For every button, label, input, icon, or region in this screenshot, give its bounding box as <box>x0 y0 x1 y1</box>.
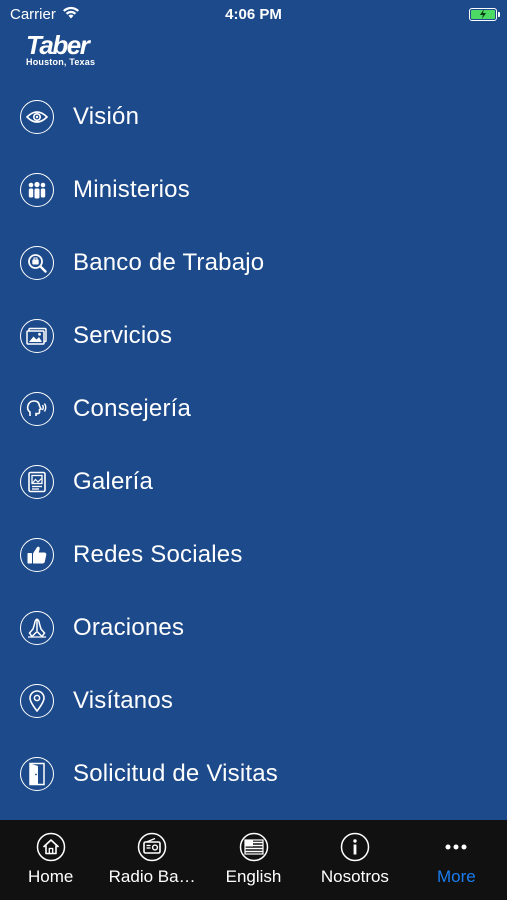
tab-radio[interactable]: Radio Ba… <box>101 820 202 900</box>
wifi-icon <box>62 6 80 23</box>
info-icon <box>340 832 370 862</box>
carrier-label: Carrier <box>10 5 56 23</box>
menu-item-label: Consejería <box>73 394 192 422</box>
tab-home[interactable]: Home <box>0 820 101 900</box>
eye-icon <box>20 99 54 134</box>
praying-hands-icon <box>20 610 54 645</box>
people-icon <box>20 172 54 207</box>
menu-item-solicitud-de-visitas[interactable]: Solicitud de Visitas <box>0 737 507 810</box>
tab-label: Radio Ba… <box>108 867 196 886</box>
menu-item-visitanos[interactable]: Visítanos <box>0 664 507 737</box>
gallery-icon <box>20 464 54 499</box>
tab-label: English <box>225 867 282 886</box>
status-left: Carrier <box>10 6 80 23</box>
menu-item-redes-sociales[interactable]: Redes Sociales <box>0 518 507 591</box>
menu-item-label: Banco de Trabajo <box>73 248 265 276</box>
tab-label: Nosotros <box>320 867 389 886</box>
tab-bar: Home Radio Ba… English Nosotros More <box>0 820 507 900</box>
home-icon <box>36 832 66 862</box>
tab-english[interactable]: English <box>203 820 304 900</box>
logo-title: Taber <box>26 30 90 60</box>
radio-icon <box>137 832 167 862</box>
tab-label: More <box>436 867 476 886</box>
menu-item-label: Redes Sociales <box>73 540 243 568</box>
speaking-head-icon <box>20 391 54 426</box>
menu-item-galeria[interactable]: Galería <box>0 445 507 518</box>
menu-item-banco-de-trabajo[interactable]: Banco de Trabajo <box>0 226 507 299</box>
status-bar: Carrier 4:06 PM <box>0 0 507 28</box>
menu-item-label: Solicitud de Visitas <box>73 759 278 787</box>
search-icon <box>20 245 54 280</box>
menu-item-ministerios[interactable]: Ministerios <box>0 153 507 226</box>
battery-icon <box>469 7 500 21</box>
menu-item-servicios[interactable]: Servicios <box>0 299 507 372</box>
door-icon <box>20 756 54 791</box>
image-icon <box>20 318 54 353</box>
tab-label: Home <box>28 867 74 886</box>
more-menu-list: Visión Ministerios Banco de Trabajo Serv… <box>0 80 507 820</box>
menu-item-label: Servicios <box>73 321 173 349</box>
menu-item-label: Visítanos <box>73 686 174 714</box>
menu-item-vision[interactable]: Visión <box>0 80 507 153</box>
taber-logo: Taber Houston, Texas <box>26 32 116 72</box>
menu-item-label: Galería <box>73 467 154 495</box>
more-icon <box>441 832 471 862</box>
menu-item-consejeria[interactable]: Consejería <box>0 372 507 445</box>
location-pin-icon <box>20 683 54 718</box>
menu-item-oraciones[interactable]: Oraciones <box>0 591 507 664</box>
thumbs-up-icon <box>20 537 54 572</box>
menu-item-label: Ministerios <box>73 175 190 203</box>
tab-nosotros[interactable]: Nosotros <box>304 820 405 900</box>
us-flag-icon <box>239 832 269 862</box>
menu-item-label: Oraciones <box>73 613 185 641</box>
menu-item-label: Visión <box>73 102 140 130</box>
logo-subtitle: Houston, Texas <box>26 57 96 67</box>
tab-more[interactable]: More <box>406 820 507 900</box>
